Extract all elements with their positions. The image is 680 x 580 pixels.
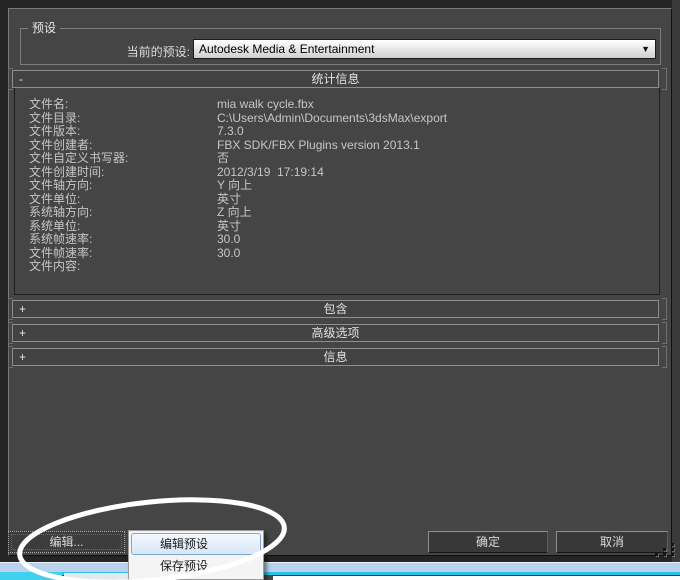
background-cyan-block [0, 572, 62, 580]
statistics-panel: 文件名: mia walk cycle.fbx 文件目录: C:\Users\A… [14, 88, 660, 295]
statistics-row: 文件创建者: FBX SDK/FBX Plugins version 2013.… [15, 137, 659, 153]
statistic-label: 系统帧速率: [29, 232, 93, 246]
statistics-rows: 文件名: mia walk cycle.fbx 文件目录: C:\Users\A… [15, 97, 659, 274]
statistic-label: 文件自定义书写器: [29, 151, 129, 165]
statistic-value: Z 向上 [217, 205, 252, 219]
statistic-value: 英寸 [217, 191, 242, 206]
current-preset-value: Autodesk Media & Entertainment [199, 42, 375, 56]
statistic-label: 文件帧速率: [29, 245, 93, 260]
statistic-label: 文件创建者: [29, 137, 93, 152]
rollout-statistics-title: 统计信息 [311, 72, 360, 86]
dialog-frame-right-edge [672, 0, 680, 562]
statistic-label: 文件内容: [29, 259, 81, 273]
statistic-value: FBX SDK/FBX Plugins version 2013.1 [217, 137, 420, 152]
expand-plus-icon: + [19, 326, 27, 340]
rollout-statistics-header[interactable]: - 统计信息 [12, 70, 659, 88]
statistics-row: 文件轴方向: Y 向上 [15, 178, 659, 193]
rollout-information-title: 信息 [323, 350, 348, 364]
menu-item-save-preset[interactable]: 保存预设 [131, 555, 261, 577]
cancel-button[interactable]: 取消 [556, 531, 668, 553]
rollout-bracket-right [662, 298, 667, 320]
statistics-row: 文件目录: C:\Users\Admin\Documents\3dsMax\ex… [15, 110, 659, 126]
expand-plus-icon: + [19, 350, 27, 364]
statistic-value: Y 向上 [217, 178, 253, 192]
statistics-row: 文件版本: 7.3.0 [15, 124, 659, 139]
rollout-bracket-right [662, 68, 667, 90]
rollout-advanced-options[interactable]: + 高级选项 [12, 324, 659, 342]
statistic-label: 文件版本: [29, 124, 81, 138]
rollout-bracket-right [662, 346, 667, 368]
statistics-row: 系统帧速率: 30.0 [15, 232, 659, 247]
edit-preset-popup-menu: 编辑预设 保存预设 [128, 530, 264, 580]
rollout-include-title: 包含 [323, 302, 348, 316]
rollout-information[interactable]: + 信息 [12, 348, 659, 366]
background-window-bar [0, 562, 680, 572]
statistic-label: 系统轴方向: [29, 205, 93, 219]
statistics-row: 系统单位: 英寸 [15, 218, 659, 234]
collapse-minus-icon: - [19, 72, 23, 86]
edit-button[interactable]: 编辑... [8, 531, 125, 553]
statistic-value: 2012/3/19 17:19:14 [217, 164, 324, 179]
expand-plus-icon: + [19, 302, 27, 316]
statistic-label: 系统单位: [29, 218, 81, 233]
background-dark-square [264, 575, 273, 580]
statistics-row: 文件自定义书写器: 否 [15, 151, 659, 166]
rollout-bracket-right [662, 322, 667, 344]
rollout-advanced-options-title: 高级选项 [311, 326, 360, 340]
statistic-value: 否 [217, 151, 230, 165]
statistic-label: 文件单位: [29, 191, 81, 206]
current-preset-label: 当前的预设: [126, 45, 190, 59]
rollout-include[interactable]: + 包含 [12, 300, 659, 318]
ok-button[interactable]: 确定 [428, 531, 548, 553]
dropdown-arrow-icon: ▼ [641, 44, 650, 54]
statistic-value: C:\Users\Admin\Documents\3dsMax\export [217, 110, 448, 125]
statistics-row: 文件单位: 英寸 [15, 191, 659, 207]
statistics-row: 系统轴方向: Z 向上 [15, 205, 659, 220]
screenshot-stage: 预设 当前的预设: Autodesk Media & Entertainment… [0, 0, 680, 580]
statistics-row: 文件创建时间: 2012/3/19 17:19:14 [15, 164, 659, 180]
statistics-row: 文件名: mia walk cycle.fbx [15, 97, 659, 112]
statistic-value: 30.0 [217, 232, 241, 246]
statistics-row: 文件内容: [15, 259, 659, 274]
statistic-label: 文件轴方向: [29, 178, 93, 192]
statistic-value: mia walk cycle.fbx [217, 97, 314, 111]
statistic-label: 文件目录: [29, 110, 81, 125]
statistic-value: 英寸 [217, 218, 242, 233]
current-preset-dropdown[interactable]: Autodesk Media & Entertainment ▼ [193, 39, 656, 59]
menu-item-edit-preset[interactable]: 编辑预设 [131, 533, 261, 555]
preset-groupbox-title: 预设 [28, 21, 61, 35]
statistic-value: 7.3.0 [217, 124, 244, 138]
statistics-row: 文件帧速率: 30.0 [15, 245, 659, 261]
statistic-value: 30.0 [217, 245, 241, 260]
statistic-label: 文件创建时间: [29, 164, 105, 179]
resize-grip[interactable] [655, 543, 677, 558]
statistic-label: 文件名: [29, 97, 69, 111]
